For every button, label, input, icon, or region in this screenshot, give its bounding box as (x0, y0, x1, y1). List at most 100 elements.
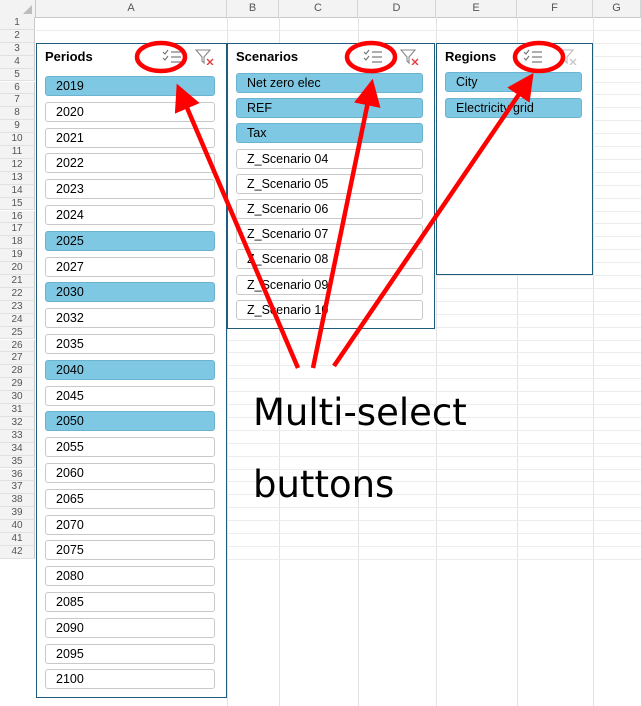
select-all-corner[interactable] (0, 0, 36, 17)
slicer-item-periods[interactable]: 2075 (45, 540, 215, 561)
column-header-a[interactable]: A (36, 0, 227, 17)
slicer-item-scenarios[interactable]: Tax (236, 123, 423, 144)
column-header-f[interactable]: F (517, 0, 593, 17)
clear-filter-icon-disabled (558, 49, 577, 65)
slicer-item-periods[interactable]: 2027 (45, 256, 215, 277)
row-header[interactable]: 19 (0, 249, 35, 263)
row-header[interactable]: 33 (0, 429, 35, 443)
multi-select-icon[interactable] (363, 49, 383, 65)
slicer-item-periods[interactable]: 2025 (45, 230, 215, 251)
row-header[interactable]: 13 (0, 171, 35, 185)
slicer-item-periods[interactable]: 2060 (45, 463, 215, 483)
slicer-item-periods[interactable]: 2032 (45, 308, 215, 329)
row-header[interactable]: 24 (0, 313, 35, 327)
row-header[interactable]: 2 (0, 29, 35, 43)
row-header[interactable]: 29 (0, 378, 35, 392)
column-header-g[interactable]: G (593, 0, 641, 17)
slicer-scenarios: Scenarios Net zero elec REF Tax Z_Scenario … (227, 43, 435, 329)
row-header[interactable]: 31 (0, 404, 35, 417)
slicer-item-periods[interactable]: 2024 (45, 205, 215, 225)
row-header[interactable]: 39 (0, 507, 35, 521)
slicer-item-regions[interactable]: Electricity grid (445, 97, 582, 118)
row-header[interactable]: 16 (0, 210, 35, 224)
slicer-item-periods[interactable]: 2085 (45, 592, 215, 612)
row-header[interactable]: 10 (0, 133, 35, 146)
row-header[interactable]: 14 (0, 184, 35, 198)
column-header-c[interactable]: C (279, 0, 358, 17)
grid-row-line (36, 29, 641, 31)
row-header[interactable]: 35 (0, 455, 35, 469)
multi-select-icon[interactable] (162, 49, 182, 65)
slicer-item-scenarios[interactable]: Net zero elec (236, 73, 423, 93)
row-header[interactable]: 36 (0, 468, 35, 482)
row-header[interactable]: 32 (0, 416, 35, 430)
slicer-item-periods[interactable]: 2023 (45, 179, 215, 200)
slicer-item-periods[interactable]: 2040 (45, 359, 215, 380)
slicer-item-periods[interactable]: 2022 (45, 153, 215, 174)
slicer-item-scenarios[interactable]: Z_Scenario 06 (236, 199, 423, 219)
annotation-label-line1: Multi-select (253, 391, 467, 434)
row-header[interactable]: 15 (0, 197, 35, 211)
clear-filter-icon[interactable] (195, 49, 215, 65)
clear-filter-icon[interactable] (400, 49, 420, 65)
row-header[interactable]: 28 (0, 365, 35, 379)
row-header[interactable]: 6 (0, 81, 35, 95)
row-header[interactable]: 7 (0, 94, 35, 108)
slicer-item-periods[interactable]: 2021 (45, 127, 215, 148)
column-header-b[interactable]: B (227, 0, 279, 17)
slicer-title-regions: Regions (445, 49, 497, 64)
row-header[interactable]: 42 (0, 545, 35, 559)
row-header[interactable]: 27 (0, 352, 35, 366)
slicer-item-scenarios[interactable]: Z_Scenario 09 (236, 274, 423, 295)
slicer-item-periods[interactable]: 2070 (45, 514, 215, 535)
row-header[interactable]: 38 (0, 494, 35, 508)
slicer-item-periods[interactable]: 2065 (45, 488, 215, 509)
slicer-item-scenarios[interactable]: Z_Scenario 10 (236, 299, 423, 320)
row-header[interactable]: 41 (0, 533, 35, 546)
row-header[interactable]: 25 (0, 326, 35, 340)
slicer-item-periods[interactable]: 2055 (45, 437, 215, 458)
slicer-item-scenarios[interactable]: Z_Scenario 07 (236, 224, 423, 245)
row-header[interactable]: 4 (0, 55, 35, 69)
slicer-item-periods[interactable]: 2100 (45, 669, 215, 690)
row-header[interactable]: 8 (0, 107, 35, 121)
slicer-item-periods[interactable]: 2090 (45, 617, 215, 638)
row-header[interactable]: 40 (0, 520, 35, 533)
row-header[interactable]: 11 (0, 146, 35, 159)
slicer-item-scenarios[interactable]: REF (236, 98, 423, 119)
slicer-item-periods[interactable]: 2030 (45, 282, 215, 303)
slicer-periods: Periods 2019 2020 2021 2022 2023 2024 2025 2027… (36, 43, 227, 698)
slicer-item-scenarios[interactable]: Z_Scenario 04 (236, 148, 423, 169)
slicer-item-periods[interactable]: 2045 (45, 385, 215, 406)
slicer-item-periods[interactable]: 2050 (45, 411, 215, 432)
row-header[interactable]: 5 (0, 68, 35, 82)
row-header[interactable]: 3 (0, 42, 35, 56)
row-header[interactable]: 30 (0, 391, 35, 404)
slicer-item-periods[interactable]: 2095 (45, 643, 215, 664)
slicer-item-scenarios[interactable]: Z_Scenario 05 (236, 173, 423, 194)
row-header[interactable]: 1 (0, 17, 35, 30)
row-header[interactable]: 20 (0, 262, 35, 275)
multi-select-icon[interactable] (523, 49, 543, 65)
slicer-item-periods[interactable]: 2035 (45, 334, 215, 354)
row-header[interactable]: 34 (0, 442, 35, 456)
slicer-item-regions[interactable]: City (445, 72, 582, 92)
row-header[interactable]: 37 (0, 481, 35, 495)
row-header[interactable]: 12 (0, 158, 35, 172)
row-header[interactable]: 23 (0, 300, 35, 314)
row-header[interactable]: 9 (0, 120, 35, 134)
row-header[interactable]: 18 (0, 236, 35, 250)
column-header-d[interactable]: D (358, 0, 436, 17)
row-header[interactable]: 26 (0, 339, 35, 353)
slicer-title-scenarios: Scenarios (236, 49, 299, 64)
slicer-item-periods[interactable]: 2019 (45, 76, 215, 96)
slicer-item-periods[interactable]: 2020 (45, 101, 215, 122)
slicer-item-scenarios[interactable]: Z_Scenario 08 (236, 249, 423, 270)
row-header[interactable]: 22 (0, 287, 35, 301)
row-header[interactable]: 17 (0, 223, 35, 237)
slicer-title-periods: Periods (45, 49, 93, 64)
row-header[interactable]: 21 (0, 275, 35, 288)
column-header-e[interactable]: E (436, 0, 517, 17)
annotation-label-line2: buttons (253, 463, 395, 506)
slicer-item-periods[interactable]: 2080 (45, 566, 215, 587)
